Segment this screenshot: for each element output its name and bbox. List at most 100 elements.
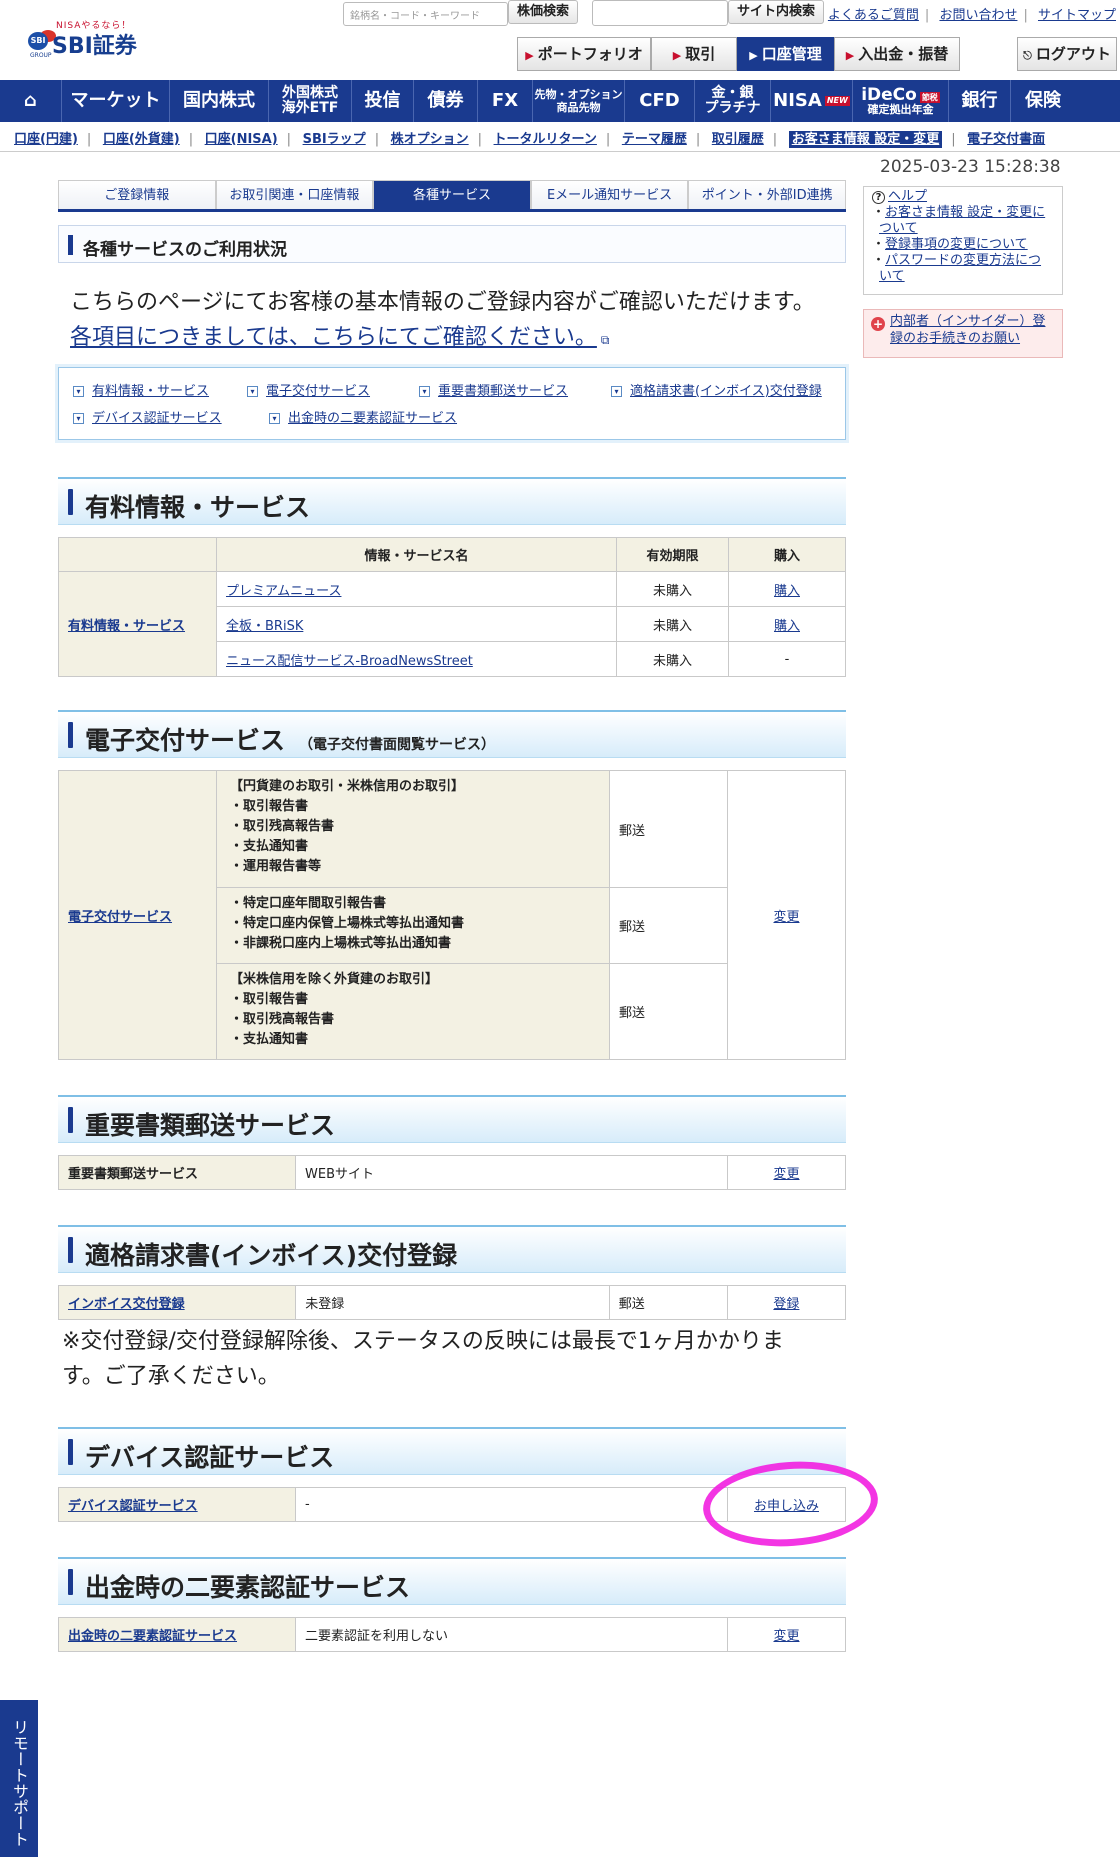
twofactor-section-header: 出金時の二要素認証サービス [58,1557,846,1605]
tab-points[interactable]: ポイント・外部ID連携 [688,180,846,209]
nav-futures[interactable]: 先物・オプション 商品先物 [533,80,625,122]
subnav-customer-info[interactable]: お客さま情報 設定・変更 [788,131,943,148]
help-link[interactable]: ヘルプ [888,189,927,204]
subnav-nisa[interactable]: 口座(NISA) [205,132,278,147]
tab-trade[interactable]: ▶ 取引 [651,37,737,71]
anchor-twofactor[interactable]: 出金時の二要素認証サービス [288,411,457,426]
mail-change-link[interactable]: 変更 [773,1167,799,1182]
purchase-link[interactable]: 購入 [774,619,800,634]
edelivery-change-link[interactable]: 変更 [773,910,799,925]
logo-group: GROUP [30,52,52,59]
tab-registration[interactable]: ご登録情報 [58,180,216,209]
twofactor-change-link[interactable]: 変更 [773,1629,799,1644]
insider-link[interactable]: 内部者（インサイダー）登録のお手続きのお願い [890,314,1045,346]
nav-cfd[interactable]: CFD [625,80,695,122]
anchor-paid[interactable]: 有料情報・サービス [92,384,209,399]
stock-search-input[interactable]: 銘柄名・コード・キーワード [343,2,508,26]
twofactor-title: 出金時の二要素認証サービス [85,1573,411,1602]
nav-ideco[interactable]: iDeCo 節税 確定拠出年金 [853,80,949,122]
nav-fx[interactable]: FX [478,80,533,122]
sbi-logo[interactable]: NISAやるなら！ SBI SBI証券 GROUP [28,18,158,59]
contact-link[interactable]: お問い合わせ [939,8,1017,23]
stock-search-button[interactable]: 株価検索 [508,0,578,24]
remote-support-button[interactable]: リモートサポート [0,1700,38,1857]
invoice-note: ※交付登録/交付登録解除後、ステータスの反映には最長で1ヶ月かかります。ご了承く… [62,1329,784,1389]
nav-bank[interactable]: 銀行 [949,80,1011,122]
nav-label: NISA [773,90,822,111]
external-link-icon: ⧉ [600,333,610,347]
anchor-invoice[interactable]: 適格請求書(インボイス)交付登録 [630,384,822,399]
purchase-link[interactable]: 購入 [774,584,800,599]
subnav-option[interactable]: 株オプション [391,132,469,147]
tab-deposit[interactable]: ▶ 入出金・振替 [834,37,960,71]
page-title: 各種サービスのご利用状況 [83,240,287,260]
service-name-link[interactable]: プレミアムニュース [226,584,341,599]
doc-line: ・取引残高報告書 [230,819,335,834]
nav-market[interactable]: マーケット [62,80,170,122]
nav-domestic-stock[interactable]: 国内株式 [170,80,269,122]
device-value: - [295,1487,728,1522]
subnav-wrap[interactable]: SBIラップ [303,132,366,147]
help-item-link[interactable]: パスワードの変更方法について [879,253,1041,284]
anchor-edelivery[interactable]: 電子交付サービス [266,384,370,399]
anchor-arrow-icon: ▾ [419,386,430,397]
edelivery-label-link[interactable]: 電子交付サービス [68,910,172,925]
invoice-label-link[interactable]: インボイス交付登録 [68,1297,185,1312]
col-header: 有効期限 [616,537,729,572]
tab-trading-info[interactable]: お取引関連・口座情報 [215,180,374,209]
mail-table: 重要書類郵送サービス WEBサイト 変更 [58,1155,846,1190]
faq-link[interactable]: よくあるご質問 [828,8,919,23]
service-name-link[interactable]: 全板・BRiSK [226,619,303,634]
tab-portfolio[interactable]: ▶ ポートフォリオ [517,37,651,71]
nav-fund[interactable]: 投信 [352,80,414,122]
tab-portfolio-label: ポートフォリオ [537,45,643,63]
help-item-link[interactable]: 登録事項の変更について [885,237,1028,252]
edelivery-section-header: 電子交付サービス （電子交付書面閲覧サービス） [58,710,846,758]
nav-foreign-stock[interactable]: 外国株式 海外ETF [269,80,352,122]
subnav-foreign[interactable]: 口座(外貨建) [103,132,180,147]
status-cell: 未購入 [616,571,729,607]
service-name-link[interactable]: ニュース配信サービス-BroadNewsStreet [226,654,473,669]
nav-sublabel: 海外ETF [281,100,339,116]
anchor-mail[interactable]: 重要書類郵送サービス [438,384,568,399]
nav-insurance[interactable]: 保険 [1011,80,1075,122]
tab-deposit-label: 入出金・振替 [858,45,949,63]
intro-link[interactable]: 各項目につきましては、こちらにてご確認ください。 [70,325,597,350]
nav-gold[interactable]: 金・銀 プラチナ [695,80,771,122]
tab-account[interactable]: ▶ 口座管理 [737,37,834,71]
subnav-total-return[interactable]: トータルリターン [494,132,597,147]
device-label-link[interactable]: デバイス認証サービス [68,1499,198,1514]
nav-nisa[interactable]: NISA NEW [771,80,853,122]
help-item-link[interactable]: お客さま情報 設定・変更について [879,205,1045,236]
section-bar [68,722,73,748]
status-cell: 未購入 [616,606,729,642]
sitemap-link[interactable]: サイトマップ [1038,8,1116,23]
nav-bond[interactable]: 債券 [414,80,478,122]
anchor-arrow-icon: ▾ [73,413,84,424]
tab-account-label: 口座管理 [761,45,822,63]
invoice-register-link[interactable]: 登録 [773,1297,799,1312]
subnav-trade-history[interactable]: 取引履歴 [712,132,764,147]
tab-services[interactable]: 各種サービス [373,180,531,209]
anchor-arrow-icon: ▾ [73,386,84,397]
top-links: よくあるご質問 | お問い合わせ | サイトマップ [827,8,1116,23]
site-search-button[interactable]: サイト内検索 [728,0,824,24]
subnav-yen[interactable]: 口座(円建) [14,132,78,147]
anchor-device[interactable]: デバイス認証サービス [92,411,222,426]
subnav-theme-history[interactable]: テーマ履歴 [622,132,687,147]
nav-label: FX [491,90,519,111]
logo-name: SBI証券 [52,34,137,59]
logout-button[interactable]: ⎋ ログアウト [1017,37,1117,71]
home-icon[interactable]: ⌂ [0,80,62,122]
site-search-input[interactable] [592,0,728,26]
paid-title: 有料情報・サービス [85,493,311,522]
doc-line: ・取引報告書 [230,799,309,814]
tab-email[interactable]: Eメール通知サービス [530,180,689,209]
subnav-e-documents[interactable]: 電子交付書面 [967,132,1045,147]
intro-line: こちらのページにてお客様の基本情報のご登録内容がご確認いただけます。 [70,290,815,315]
twofactor-label-link[interactable]: 出金時の二要素認証サービス [68,1629,237,1644]
device-section-header: デバイス認証サービス [58,1427,846,1475]
logout-label: ログアウト [1035,45,1111,63]
help-box: ? ヘルプ ・お客さま情報 設定・変更について ・登録事項の変更について ・パスワ… [863,186,1063,295]
paid-label-link[interactable]: 有料情報・サービス [68,619,185,634]
